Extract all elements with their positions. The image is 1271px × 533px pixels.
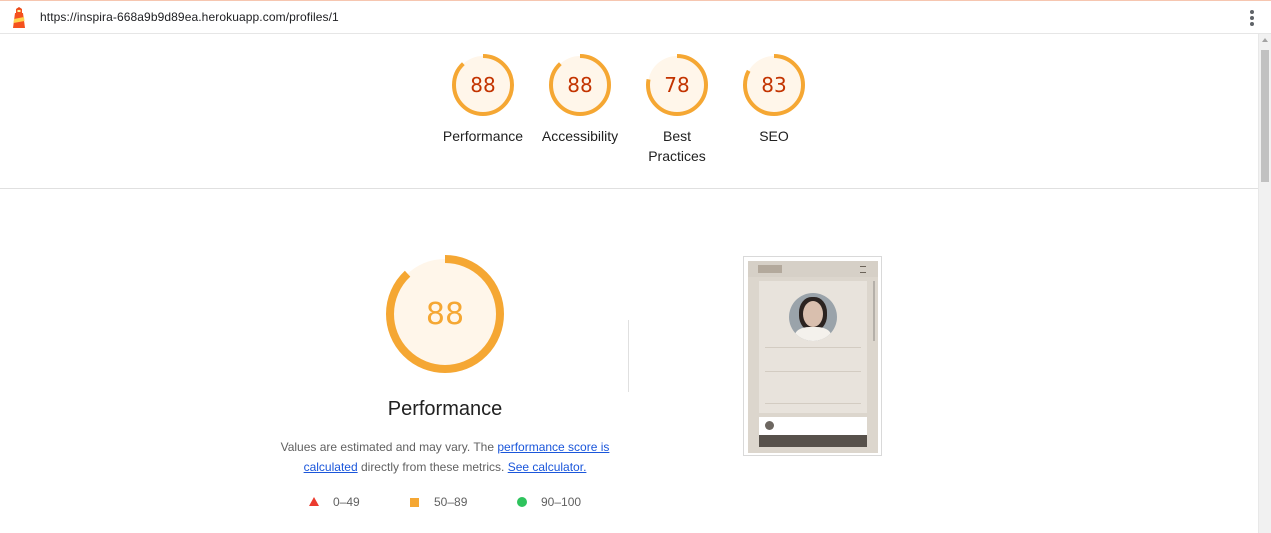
gauge-seo[interactable]: 83 SEO xyxy=(726,52,822,146)
legend-range: 90–100 xyxy=(541,495,582,509)
description-text: Values are estimated and may vary. The xyxy=(280,440,498,454)
gauge-label: SEO xyxy=(759,128,789,144)
thumb-avatar xyxy=(789,293,837,341)
gauge-label: Performance xyxy=(442,128,524,144)
gauge-performance[interactable]: 88 Performance xyxy=(435,52,531,146)
page-url[interactable]: https://inspira-668a9b9d89ea.herokuapp.c… xyxy=(40,10,339,24)
thumb-brand xyxy=(758,265,782,273)
scroll-up-arrow-icon[interactable] xyxy=(1262,38,1268,42)
vertical-divider xyxy=(628,320,629,392)
scrollbar[interactable] xyxy=(1258,34,1271,533)
gauge-score: 78 xyxy=(664,73,689,97)
performance-description: Values are estimated and may vary. The p… xyxy=(274,437,616,477)
legend-range: 0–49 xyxy=(333,495,360,509)
performance-score: 88 xyxy=(426,297,464,332)
performance-title: Performance xyxy=(387,398,503,420)
score-gauge: 78 xyxy=(646,54,708,116)
pass-circle-icon xyxy=(517,497,527,507)
gauge-score: 83 xyxy=(761,73,786,97)
gauge-best-practices[interactable]: 78 Best Practices xyxy=(629,52,725,166)
scrollbar-thumb[interactable] xyxy=(1261,50,1269,182)
average-square-icon xyxy=(410,498,419,507)
score-legend: 0–49 50–89 90–100 xyxy=(0,494,1258,510)
see-calculator-link[interactable]: See calculator. xyxy=(508,460,587,474)
thumb-post-image xyxy=(759,435,867,447)
gauge-score: 88 xyxy=(470,73,495,97)
gauge-accessibility[interactable]: 88 Accessibility xyxy=(532,52,628,146)
more-vert-icon[interactable] xyxy=(1249,10,1255,28)
description-text-mid: directly from these metrics. xyxy=(357,460,508,474)
score-gauge: 88 xyxy=(549,54,611,116)
thumb-hamburger-icon xyxy=(860,266,866,273)
score-gauge: 83 xyxy=(743,54,805,116)
performance-gauge: 88 xyxy=(386,255,504,373)
thumb-post xyxy=(759,417,867,447)
thumb-post-avatar xyxy=(765,421,774,430)
legend-range: 50–89 xyxy=(434,495,468,509)
scores-summary: 88 Performance 88 Accessibility 78 Best … xyxy=(0,34,1258,189)
gauge-score: 88 xyxy=(567,73,592,97)
lighthouse-icon xyxy=(13,7,25,28)
thumb-scrollbar xyxy=(873,281,875,341)
url-bar: https://inspira-668a9b9d89ea.herokuapp.c… xyxy=(0,0,1271,34)
gauge-label: Accessibility xyxy=(541,128,619,144)
thumb-navbar xyxy=(748,261,878,277)
screenshot-image xyxy=(748,261,878,453)
gauge-label: Best Practices xyxy=(648,128,706,164)
score-gauge: 88 xyxy=(452,54,514,116)
final-screenshot[interactable] xyxy=(743,256,882,456)
fail-triangle-icon xyxy=(309,497,319,506)
thumb-profile-card xyxy=(759,281,867,413)
